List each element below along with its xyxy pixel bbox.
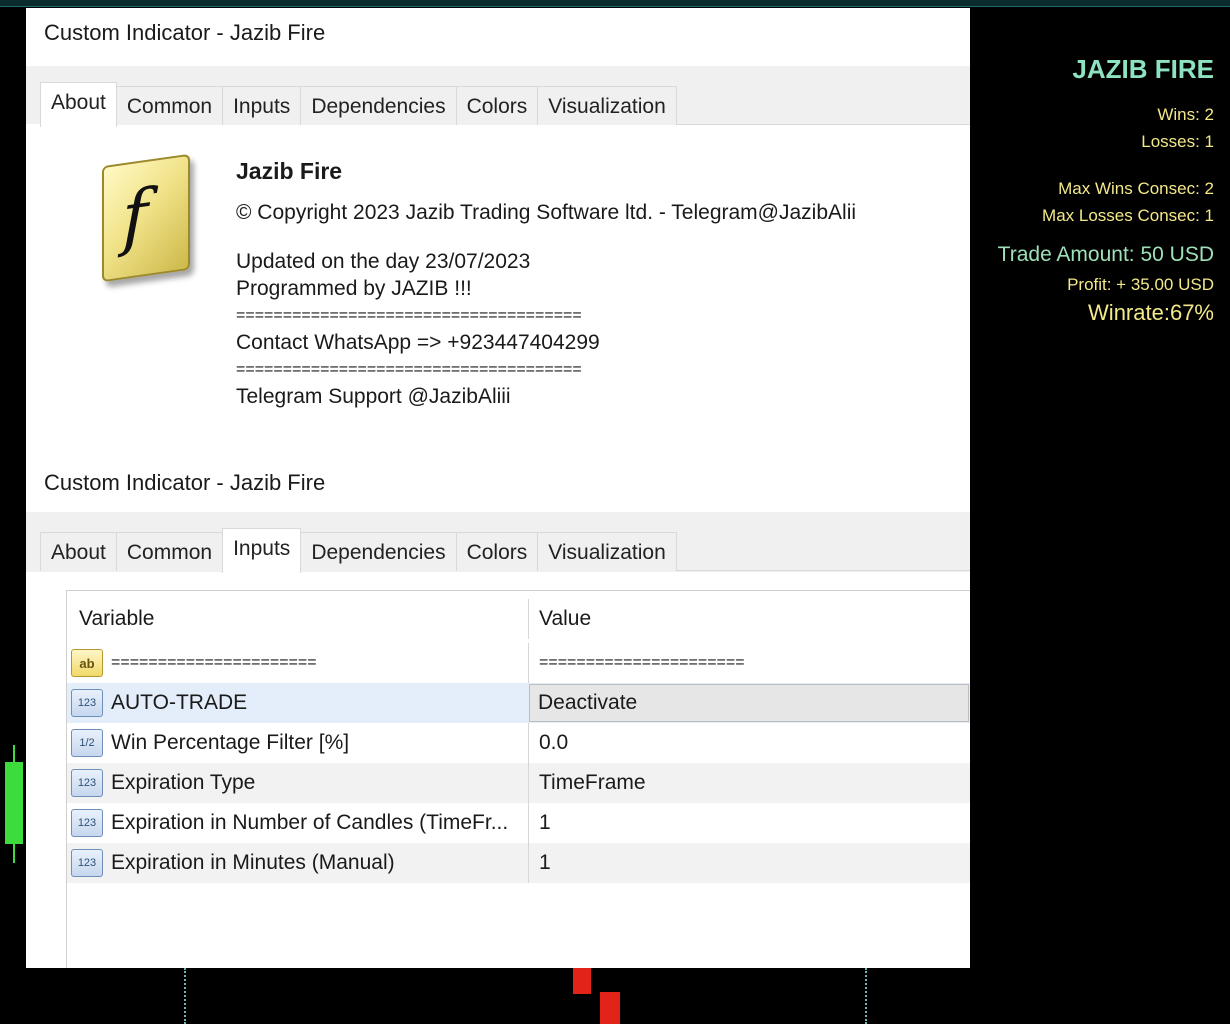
profit: Profit: + 35.00 USD: [1067, 275, 1214, 294]
telegram-support: Telegram Support @JazibAliii: [236, 385, 511, 408]
bearish-candle: [600, 992, 620, 1024]
variable-name: AUTO-TRADE: [111, 691, 248, 714]
chart-top-border: [0, 0, 1230, 7]
bearish-candle: [573, 968, 591, 994]
tab-visualization[interactable]: Visualization: [537, 532, 677, 571]
variable-name: Expiration Type: [111, 771, 256, 794]
copyright-text: © Copyright 2023 Jazib Trading Software …: [236, 201, 857, 224]
table-row[interactable]: 123 Expiration Type TimeFrame: [67, 763, 970, 803]
table-row[interactable]: ab ====================== ===============…: [67, 643, 970, 683]
tab-about[interactable]: About: [40, 82, 117, 127]
chart-grid-line: [184, 968, 186, 1024]
losses-count: Losses: 1: [1141, 132, 1214, 151]
programmed-text: Programmed by JAZIB !!!: [236, 277, 472, 300]
tab-common[interactable]: Common: [115, 532, 224, 571]
variable-name: ======================: [111, 654, 317, 671]
stats-panel: JAZIB FIRE Wins: 2 Losses: 1 Max Wins Co…: [954, 54, 1214, 328]
separator: =====================================: [236, 361, 582, 378]
about-dialog: Custom Indicator - Jazib Fire About Comm…: [26, 8, 970, 468]
updated-text: Updated on the day 23/07/2023: [236, 250, 531, 273]
chart-grid-line: [865, 968, 867, 1024]
variable-value: TimeFrame: [539, 771, 646, 794]
table-row[interactable]: 1/2 Win Percentage Filter [%] 0.0: [67, 723, 970, 763]
variable-value: ======================: [539, 654, 745, 671]
column-header-variable[interactable]: Variable: [67, 599, 539, 639]
variable-name: Win Percentage Filter [%]: [111, 731, 350, 754]
bullish-candle: [5, 762, 23, 844]
tab-dependencies[interactable]: Dependencies: [300, 532, 457, 571]
inputs-table: Variable Value ab ====================== …: [66, 590, 970, 968]
variable-name: Expiration in Minutes (Manual): [111, 851, 395, 874]
variable-value: 1: [539, 811, 551, 834]
integer-type-icon: 123: [71, 769, 103, 797]
about-info: Jazib Fire © Copyright 2023 Jazib Tradin…: [236, 158, 856, 410]
tab-visualization[interactable]: Visualization: [537, 86, 677, 125]
table-header: Variable Value: [67, 599, 970, 639]
indicator-logo-icon: f: [102, 153, 190, 283]
variable-value: 1: [539, 851, 551, 874]
integer-type-icon: 123: [71, 689, 103, 717]
column-header-value[interactable]: Value: [528, 599, 970, 639]
whatsapp-contact: Contact WhatsApp => +923447404299: [236, 331, 600, 354]
tab-colors[interactable]: Colors: [455, 532, 539, 571]
dialog-title: Custom Indicator - Jazib Fire: [44, 470, 326, 495]
string-type-icon: ab: [71, 649, 103, 677]
indicator-name: Jazib Fire: [236, 158, 343, 184]
max-losses-consec: Max Losses Consec: 1: [1042, 206, 1214, 225]
tab-dependencies[interactable]: Dependencies: [300, 86, 457, 125]
separator: =====================================: [236, 307, 582, 324]
integer-type-icon: 123: [71, 849, 103, 877]
tab-inputs[interactable]: Inputs: [222, 528, 302, 573]
stats-title: JAZIB FIRE: [1072, 54, 1214, 84]
tab-about[interactable]: About: [40, 532, 117, 571]
dialog-title: Custom Indicator - Jazib Fire: [44, 20, 326, 45]
table-row[interactable]: 123 AUTO-TRADE Deactivate: [67, 683, 970, 723]
table-row[interactable]: 123 Expiration in Number of Candles (Time…: [67, 803, 970, 843]
max-wins-consec: Max Wins Consec: 2: [1058, 179, 1214, 198]
trade-amount: Trade Amount: 50 USD: [997, 243, 1214, 266]
tab-colors[interactable]: Colors: [455, 86, 539, 125]
double-type-icon: 1/2: [71, 729, 103, 757]
variable-value: Deactivate: [538, 691, 638, 714]
integer-type-icon: 123: [71, 809, 103, 837]
tab-bar: About Common Inputs Dependencies Colors …: [40, 528, 970, 573]
tab-inputs[interactable]: Inputs: [222, 86, 302, 125]
tab-bar: About Common Inputs Dependencies Colors …: [40, 82, 970, 127]
table-row[interactable]: 123 Expiration in Minutes (Manual) 1: [67, 843, 970, 883]
variable-name: Expiration in Number of Candles (TimeFr.…: [111, 811, 509, 834]
inputs-dialog: Custom Indicator - Jazib Fire About Comm…: [26, 462, 970, 968]
winrate: Winrate:67%: [1088, 300, 1214, 325]
auto-trade-select[interactable]: Deactivate: [529, 684, 969, 722]
variable-value: 0.0: [539, 731, 569, 754]
tab-common[interactable]: Common: [115, 86, 224, 125]
wins-count: Wins: 2: [1157, 105, 1214, 124]
